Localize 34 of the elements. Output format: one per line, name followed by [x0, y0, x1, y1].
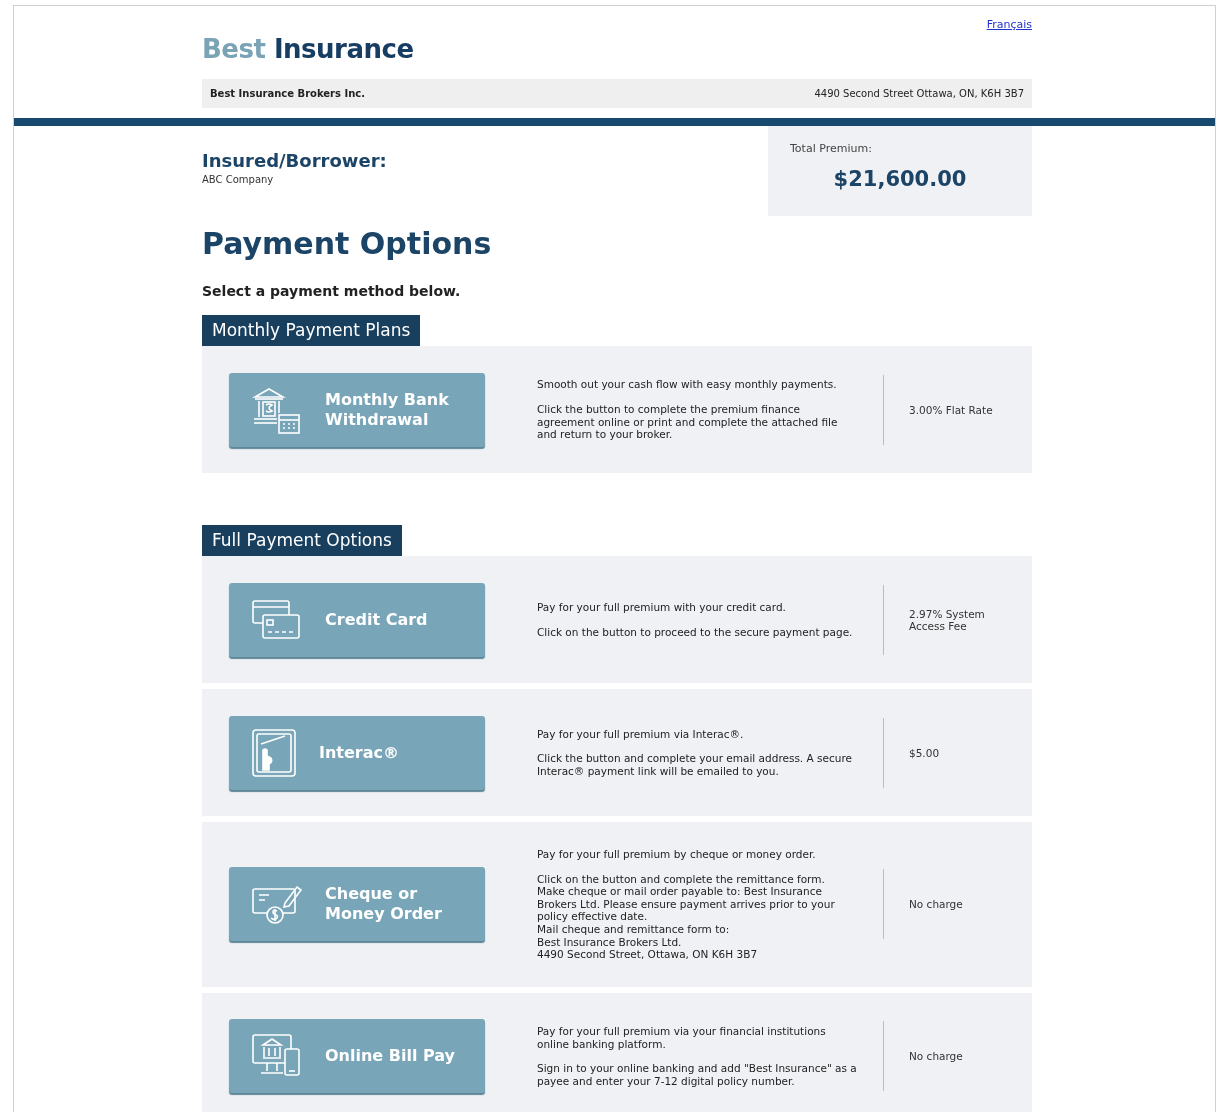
section-heading: Monthly Payment Plans [202, 315, 421, 346]
option-description: Click the button and complete your email address. A secure Interac® payment link will be emailed to you. [537, 752, 853, 778]
payment-method-button[interactable]: Cheque or Money Order [229, 867, 485, 942]
option-description: Pay for your full premium via your financial institutions online banking platform. [537, 1025, 827, 1051]
payment-method-button[interactable]: Interac® [229, 715, 485, 790]
option-fee: 3.00% Flat Rate [909, 403, 994, 416]
page-title: Payment Options [202, 226, 493, 261]
option-description: Click on the button and complete the remittance form. Make cheque or mail order payable to: Best Insurance Brokers Ltd. Please ensure payment arrives prior to your policy effective date. Mail cheque and remittance form to: Best Insurance Brokers Ltd. 4490 Second Street, Ottawa, ON K6H 3B7 [537, 872, 836, 961]
section-heading: Full Payment Options [202, 525, 402, 556]
insured-name: ABC Company [202, 174, 275, 185]
payment-method-button[interactable]: Online Bill Pay [229, 1019, 485, 1094]
option-fee: 2.97% System Access Fee [909, 607, 986, 632]
option-description: Sign in to your online banking and add "Best Insurance" as a payee and enter your 7-12 digital policy number. [537, 1062, 858, 1088]
language-link[interactable]: Français [986, 18, 1032, 31]
option-description: Pay for your full premium via Interac®. [537, 727, 745, 741]
option-fee: No charge [909, 898, 964, 911]
option-description: Click on the button to proceed to the secure payment page. [537, 625, 854, 639]
option-description: Click the button to complete the premium finance agreement online or print and complete the attached file and return to your broker. [537, 402, 839, 441]
option-description: Pay for your full premium by cheque or money order. [537, 848, 817, 861]
option-fee: No charge [909, 1050, 964, 1063]
option-description: Smooth out your cash flow with easy monthly payments. [537, 378, 838, 391]
payment-method-button[interactable]: Credit Card [229, 582, 485, 657]
company-address: 4490 Second Street Ottawa, ON, K6H 3B7 [814, 88, 1024, 99]
instruction-text: Select a payment method below. [202, 283, 462, 299]
total-premium-amount: $21,600.00 [832, 167, 968, 191]
total-premium-label: Total Premium: [790, 142, 873, 155]
insured-label: Insured/Borrower: [202, 150, 387, 171]
company-name: Best Insurance Brokers Inc. [210, 88, 366, 99]
option-fee: $5.00 [909, 746, 941, 759]
company-logo: Best Insurance [202, 34, 414, 64]
option-description: Pay for your full premium with your credit card. [537, 600, 787, 614]
payment-method-button[interactable]: Monthly Bank Withdrawal [229, 372, 485, 447]
credit-card-icon [251, 598, 303, 641]
interac-card-icon [251, 727, 297, 778]
